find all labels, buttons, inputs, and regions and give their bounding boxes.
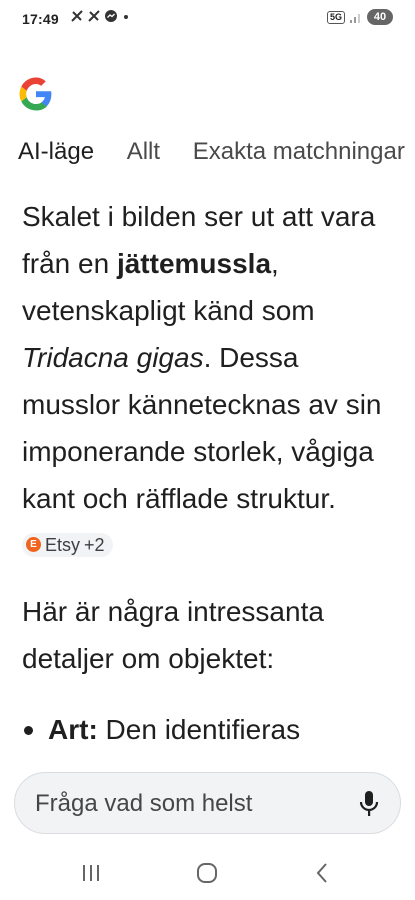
notification-icons xyxy=(70,9,131,23)
home-icon[interactable] xyxy=(192,860,222,886)
battery-icon: 40 xyxy=(367,9,393,25)
microphone-icon[interactable] xyxy=(358,790,380,818)
source-chip-label: Etsy xyxy=(45,534,81,555)
messenger-icon xyxy=(105,10,117,22)
system-navigation-bar xyxy=(0,846,415,900)
tab-ai-mode[interactable]: AI-läge xyxy=(18,138,94,166)
crossed-tools-icon xyxy=(71,10,83,22)
ask-input[interactable] xyxy=(33,783,337,825)
back-icon[interactable] xyxy=(308,860,338,886)
highlight-term: jättemussla xyxy=(116,248,272,279)
dot-icon xyxy=(124,15,128,19)
etsy-icon: E xyxy=(26,537,41,553)
crossed-tools-icon xyxy=(88,10,100,22)
google-logo[interactable] xyxy=(18,76,54,112)
status-time: 17:49 xyxy=(22,11,59,27)
recent-apps-icon[interactable] xyxy=(76,860,106,886)
answer-paragraph-1: Skalet i bilden ser ut att vara från en … xyxy=(22,201,382,557)
answer-paragraph-2: Här är några intressanta detaljer om obj… xyxy=(22,596,324,674)
source-chip[interactable]: E Etsy +2 xyxy=(22,532,113,557)
ask-bar xyxy=(14,772,401,834)
source-chip-more: +2 xyxy=(84,534,105,555)
status-bar: 17:49 5G 40 xyxy=(0,0,415,40)
search-mode-tabs: AI-läge Allt Exakta matchningar xyxy=(18,138,415,172)
signal-icon xyxy=(350,14,360,23)
ai-answer: Skalet i bilden ser ut att vara från en … xyxy=(22,193,404,753)
scientific-name: Tridacna gigas xyxy=(22,342,204,373)
tab-all[interactable]: Allt xyxy=(127,138,160,166)
network-5g-badge: 5G xyxy=(326,10,345,24)
tab-exact-matches[interactable]: Exakta matchningar xyxy=(193,138,405,166)
